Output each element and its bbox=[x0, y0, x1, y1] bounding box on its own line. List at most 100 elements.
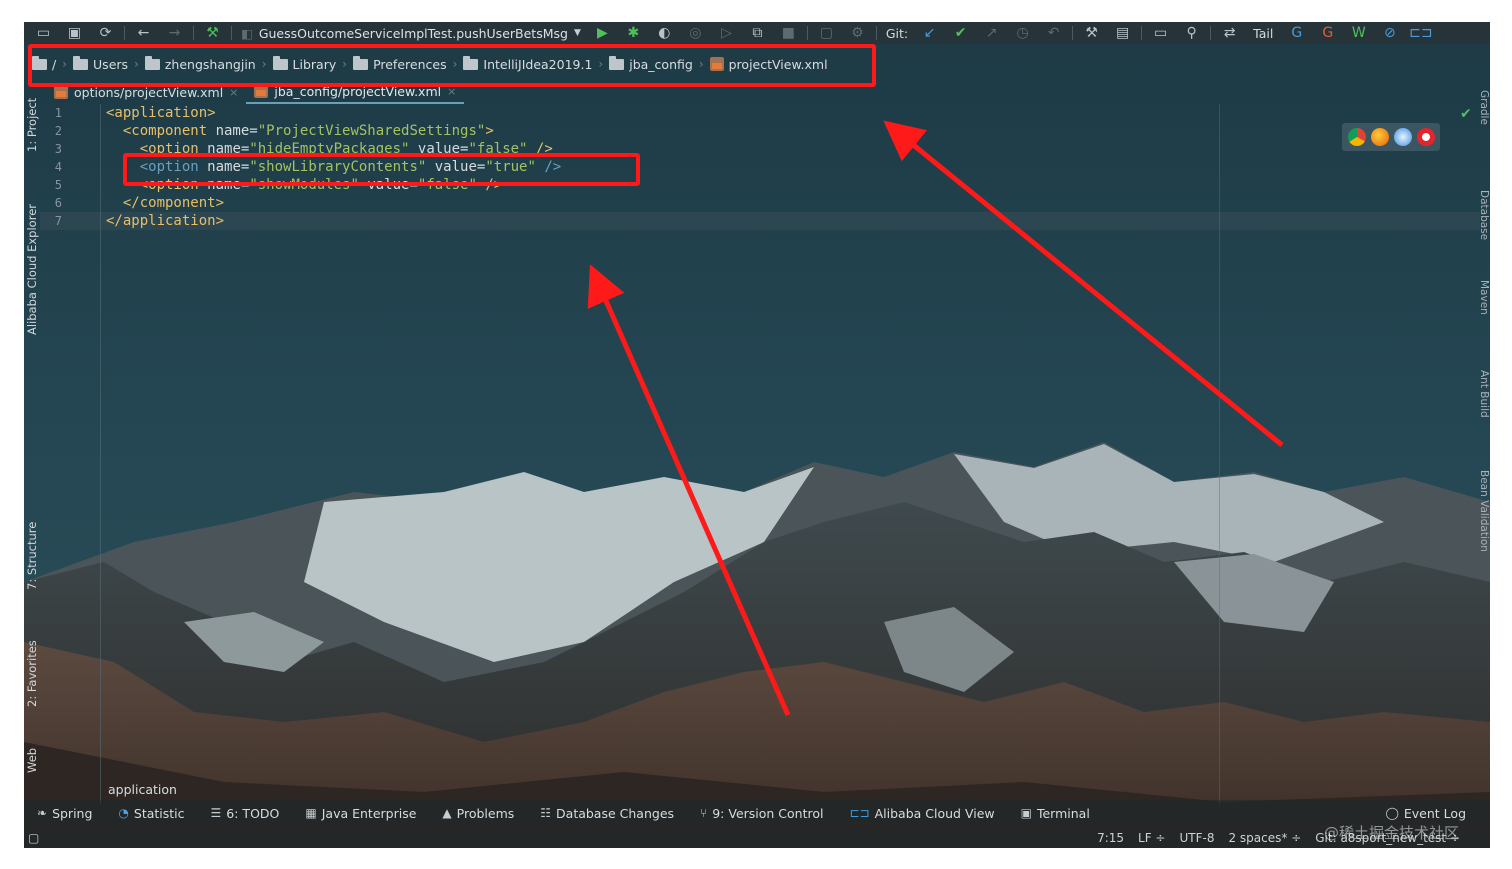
tool-window-todo[interactable]: ☰ 6: TODO bbox=[198, 806, 293, 821]
git-update-icon[interactable]: ↙ bbox=[914, 22, 945, 44]
terminal-icon: ▣ bbox=[1020, 806, 1032, 820]
translate-icon[interactable]: ⇄ bbox=[1214, 22, 1245, 44]
wrench-icon[interactable]: ⚒ bbox=[1076, 22, 1107, 44]
code-token: <application> bbox=[106, 105, 216, 121]
sync-icon[interactable]: ⟳ bbox=[90, 22, 121, 44]
inspection-ok-icon: ✔ bbox=[1460, 106, 1472, 122]
tool-label: 1: Project bbox=[25, 97, 39, 153]
code-editor[interactable]: 1 <application> 2 <component name= "Project… bbox=[40, 104, 1480, 804]
tool-structure[interactable]: 7: Structure bbox=[24, 510, 40, 602]
chrome-icon[interactable] bbox=[1347, 128, 1366, 146]
caret-position[interactable]: 7:15 bbox=[1090, 831, 1131, 845]
code-line[interactable]: 7 </application> bbox=[40, 212, 224, 230]
line-separator[interactable]: LF ÷ bbox=[1131, 831, 1172, 845]
coverage-icon[interactable]: ◐ bbox=[649, 22, 680, 44]
toolbar-separator bbox=[193, 26, 194, 40]
git-push-icon[interactable]: ↗ bbox=[976, 22, 1007, 44]
tool-window-label: Statistic bbox=[133, 805, 185, 821]
run-icon[interactable]: ▶ bbox=[587, 22, 618, 44]
code-line[interactable]: 1 <application> bbox=[40, 104, 216, 122]
firefox-icon[interactable] bbox=[1370, 128, 1389, 146]
code-line[interactable]: 6 </component> bbox=[40, 194, 224, 212]
tool-window-label: Database Changes bbox=[556, 805, 675, 821]
stop-icon[interactable]: ■ bbox=[773, 22, 804, 44]
editor-breadcrumb[interactable]: application bbox=[108, 782, 177, 797]
tool-project[interactable]: 1: Project bbox=[24, 86, 40, 164]
project-structure-icon[interactable]: ▤ bbox=[1107, 22, 1138, 44]
warning-icon: ▲ bbox=[442, 806, 452, 820]
breadcrumb-highlight-box bbox=[28, 44, 876, 87]
google-translate-icon[interactable]: G bbox=[1281, 22, 1312, 44]
tail-button[interactable]: Tail bbox=[1245, 26, 1281, 41]
tool-web[interactable]: Web bbox=[24, 740, 40, 780]
tool-alibaba-cloud-explorer[interactable]: Alibaba Cloud Explorer bbox=[24, 190, 40, 350]
main-toolbar: ▭ ▣ ⟳ ← → ⚒ ◧ GuessOutcomeServiceImplTes… bbox=[24, 22, 1490, 44]
safari-icon[interactable] bbox=[1393, 128, 1412, 146]
indent-setting[interactable]: 2 spaces* ÷ bbox=[1221, 831, 1308, 845]
layout-icon[interactable]: ▢ bbox=[811, 22, 842, 44]
xml-file-icon bbox=[54, 85, 68, 99]
tool-window-event-log[interactable]: ◯ Event Log bbox=[1372, 806, 1490, 821]
tool-window-label: Alibaba Cloud View bbox=[874, 805, 995, 821]
tool-window-database-changes[interactable]: ☷ Database Changes bbox=[527, 806, 687, 821]
frame-icon[interactable]: ▭ bbox=[1145, 22, 1176, 44]
save-icon[interactable]: ▣ bbox=[59, 22, 90, 44]
code-line[interactable]: 2 <component name= "ProjectViewSharedSett… bbox=[40, 122, 494, 140]
toolbar-separator bbox=[875, 26, 877, 40]
ws-icon[interactable]: W bbox=[1343, 22, 1374, 44]
history-icon[interactable]: ◷ bbox=[1007, 22, 1038, 44]
toolbar-separator bbox=[124, 26, 125, 40]
file-encoding[interactable]: UTF-8 bbox=[1172, 831, 1221, 845]
toolbar-separator bbox=[231, 26, 232, 40]
run-configuration-selector[interactable]: ◧ GuessOutcomeServiceImplTest.pushUserBe… bbox=[235, 22, 587, 44]
code-token: name= bbox=[215, 123, 258, 139]
run-config-label: GuessOutcomeServiceImplTest.pushUserBets… bbox=[258, 25, 568, 41]
run-dim-icon[interactable]: ▷ bbox=[711, 22, 742, 44]
build-icon[interactable]: ⚒ bbox=[197, 22, 228, 44]
toolbar-separator bbox=[806, 26, 808, 40]
tool-window-spring[interactable]: ❧ Spring bbox=[24, 806, 105, 821]
back-icon[interactable]: ← bbox=[128, 22, 159, 44]
office-icon[interactable]: G bbox=[1312, 22, 1343, 44]
profile-icon[interactable]: ◎ bbox=[680, 22, 711, 44]
tool-window-label: Spring bbox=[52, 805, 93, 821]
revert-icon[interactable]: ↶ bbox=[1038, 22, 1069, 44]
no-entry-icon[interactable]: ⊘ bbox=[1374, 22, 1405, 44]
alibaba-cloud-icon: ⊏⊐ bbox=[849, 806, 870, 820]
browser-preview-icons bbox=[1342, 123, 1440, 151]
debug-icon[interactable]: ✱ bbox=[618, 22, 649, 44]
close-icon[interactable]: × bbox=[229, 86, 238, 99]
vcs-icon: ⑂ bbox=[700, 806, 708, 820]
toolbar-separator bbox=[1072, 26, 1074, 40]
alibaba-cloud-toolbar-icon[interactable]: ⊏⊐ bbox=[1405, 22, 1436, 44]
tool-window-terminal[interactable]: ▣ Terminal bbox=[1008, 806, 1103, 821]
opera-icon[interactable] bbox=[1416, 128, 1435, 146]
right-margin-guide bbox=[1219, 104, 1220, 804]
left-tool-strip: 1: Project Alibaba Cloud Explorer 7: Str… bbox=[24, 80, 40, 820]
tool-label: 7: Structure bbox=[25, 521, 39, 591]
tool-window-statistic[interactable]: ◔ Statistic bbox=[105, 806, 197, 821]
line-number: 6 bbox=[54, 196, 62, 210]
git-commit-icon[interactable]: ✔ bbox=[945, 22, 976, 44]
option-highlight-box bbox=[123, 153, 640, 186]
open-folder-icon[interactable]: ▭ bbox=[28, 22, 59, 44]
attach-icon[interactable]: ⧉ bbox=[742, 22, 773, 44]
layout-toggle-icon[interactable]: ▢ bbox=[24, 831, 46, 845]
tool-window-alibaba-cloud-view[interactable]: ⊏⊐ Alibaba Cloud View bbox=[837, 806, 1008, 821]
tool-window-label: Problems bbox=[456, 805, 515, 821]
config-icon: ◧ bbox=[241, 25, 253, 41]
tool-label: Web bbox=[25, 747, 39, 773]
tool-window-java-enterprise[interactable]: ▦ Java Enterprise bbox=[292, 806, 429, 821]
forward-icon[interactable]: → bbox=[159, 22, 190, 44]
sdk-icon[interactable]: ⚙ bbox=[842, 22, 873, 44]
tool-window-problems[interactable]: ▲ Problems bbox=[429, 806, 527, 821]
database-icon: ☷ bbox=[540, 806, 552, 820]
event-log-icon: ◯ bbox=[1385, 806, 1399, 820]
tool-favorites[interactable]: 2: Favorites bbox=[24, 628, 40, 720]
search-icon[interactable]: ⚲ bbox=[1176, 22, 1207, 44]
current-line-highlight bbox=[40, 212, 1480, 230]
tool-window-version-control[interactable]: ⑂ 9: Version Control bbox=[687, 806, 836, 821]
line-number: 3 bbox=[54, 142, 62, 156]
watermark: @稀土掘金技术社区 bbox=[1324, 824, 1460, 842]
line-number: 1 bbox=[54, 106, 62, 120]
